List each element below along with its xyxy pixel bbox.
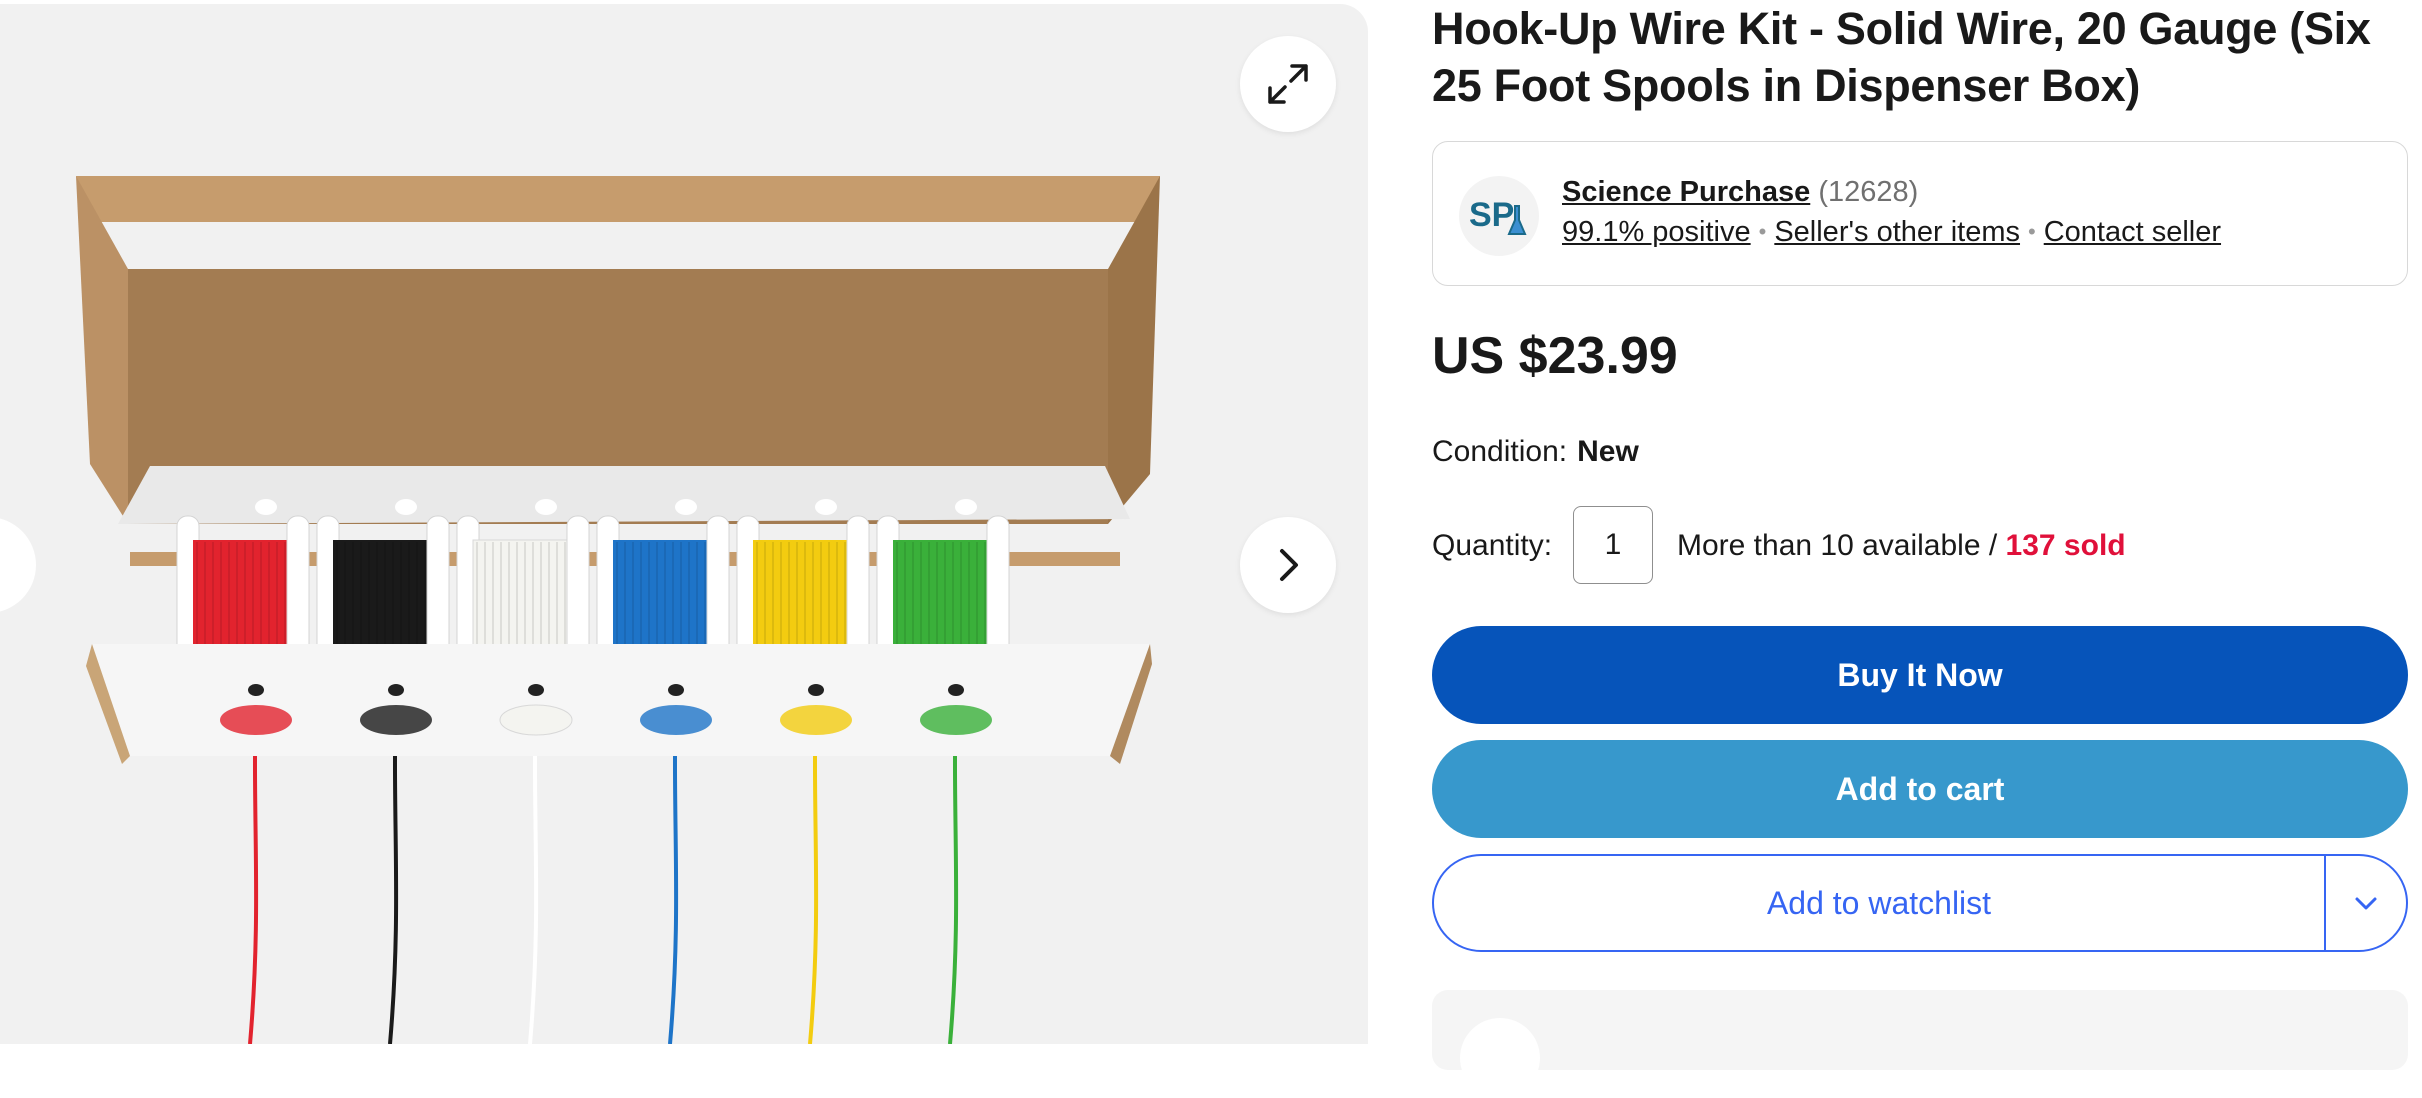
color-dot [499,704,573,736]
next-image-button[interactable] [1240,517,1336,613]
expand-icon [1268,64,1308,104]
buy-it-now-button[interactable]: Buy It Now [1432,626,2408,724]
spool-flange [986,515,1010,655]
separator-dot: • [2028,219,2036,244]
product-title: Hook-Up Wire Kit - Solid Wire, 20 Gauge … [1432,3,2371,111]
product-image[interactable] [0,4,1368,1044]
contact-seller-link[interactable]: Contact seller [2044,216,2221,248]
add-to-watchlist-label: Add to watchlist [1766,884,1992,921]
item-price: US $23.99 [1432,327,1678,385]
seller-positive-link[interactable]: 99.1% positive [1562,216,1751,248]
condition-row: Condition: New [1432,435,1639,469]
seller-card: SP Science Purchase (12628) 99.1% positi… [1432,141,2408,286]
seller-feedback-count: (12628) [1818,176,1919,208]
seller-logo-icon: SP [1469,196,1527,235]
box-hole [955,499,977,515]
color-dot [360,705,432,735]
box-hole [535,499,557,515]
watchlist-options-button[interactable] [2326,856,2406,950]
box-hole [815,499,837,515]
quantity-label: Quantity: [1432,529,1553,562]
wire-hole [948,684,964,696]
condition-value: New [1577,435,1639,468]
spool-flange [706,515,730,655]
wire-hole [388,684,404,696]
chevron-right-icon [1280,549,1298,581]
available-text: More than 10 available / [1677,529,2006,562]
seller-other-items-link[interactable]: Seller's other items [1774,216,2020,248]
info-card [1432,990,2408,1098]
spool-flange [846,515,870,655]
seller-logo[interactable]: SP [1459,176,1539,256]
spool-flange [426,515,450,655]
wire-hole [808,684,824,696]
image-gallery [0,4,1368,1044]
spool-flange [566,515,590,655]
color-dot [220,705,292,735]
box-hole [675,499,697,515]
seller-name-link[interactable]: Science Purchase [1562,176,1810,208]
seller-links-row: 99.1% positive • Seller's other items • Cont… [1562,216,2221,249]
info-card-icon [1460,1018,1540,1098]
seller-name-row: Science Purchase (12628) [1562,176,1918,209]
color-dot [640,705,712,735]
add-to-cart-button[interactable]: Add to cart [1432,740,2408,838]
separator-dot: • [1758,219,1767,244]
wire-hole [668,684,684,696]
condition-label: Condition: [1432,435,1568,468]
wire-hole [528,684,544,696]
sold-count: 137 sold [2005,529,2126,562]
box-hole [395,499,417,515]
quantity-input[interactable] [1573,506,1653,584]
spool-flange [286,515,310,655]
add-to-watchlist-button[interactable]: Add to watchlist [1432,854,2408,952]
wire-hole [248,684,264,696]
quantity-availability: More than 10 available / 137 sold [1677,529,2126,563]
chevron-down-icon [2355,897,2377,910]
logo-letters: SP [1469,196,1514,234]
color-dot [780,705,852,735]
expand-image-button[interactable] [1240,36,1336,132]
box-hole [255,499,277,515]
color-dot [920,705,992,735]
